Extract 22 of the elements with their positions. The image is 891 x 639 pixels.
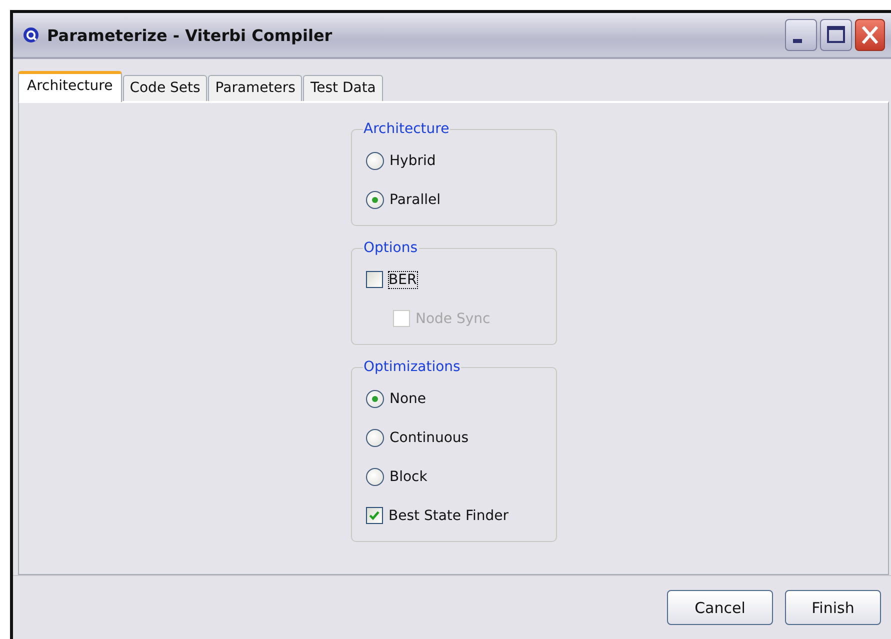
tab[interactable]: Test Data [303, 75, 383, 101]
radio-button[interactable]: Hybrid [366, 152, 436, 170]
dialog-button[interactable]: Finish [785, 590, 881, 625]
maximize-button[interactable] [820, 19, 852, 51]
radio-button[interactable]: Block [366, 468, 428, 486]
checkbox[interactable]: Best State Finder [366, 507, 509, 524]
close-button[interactable] [855, 19, 885, 51]
dialog-button[interactable]: Cancel [667, 590, 773, 625]
group-title: Options [362, 240, 419, 256]
minimize-icon [792, 39, 802, 43]
tab[interactable]: Architecture [18, 71, 122, 102]
radio-button[interactable]: Continuous [366, 428, 469, 446]
tab[interactable]: Parameters [208, 75, 302, 101]
checkbox[interactable]: BER [366, 271, 417, 288]
radio-button[interactable]: None [366, 390, 426, 408]
group-title: Optimizations [362, 359, 462, 375]
minimize-button[interactable] [785, 19, 817, 51]
tab[interactable]: Code Sets [122, 75, 208, 101]
app-icon [23, 27, 39, 43]
window-title: Parameterize - Viterbi Compiler [47, 26, 334, 44]
radio-button[interactable]: Parallel [366, 190, 441, 208]
group-title: Architecture [362, 121, 450, 137]
